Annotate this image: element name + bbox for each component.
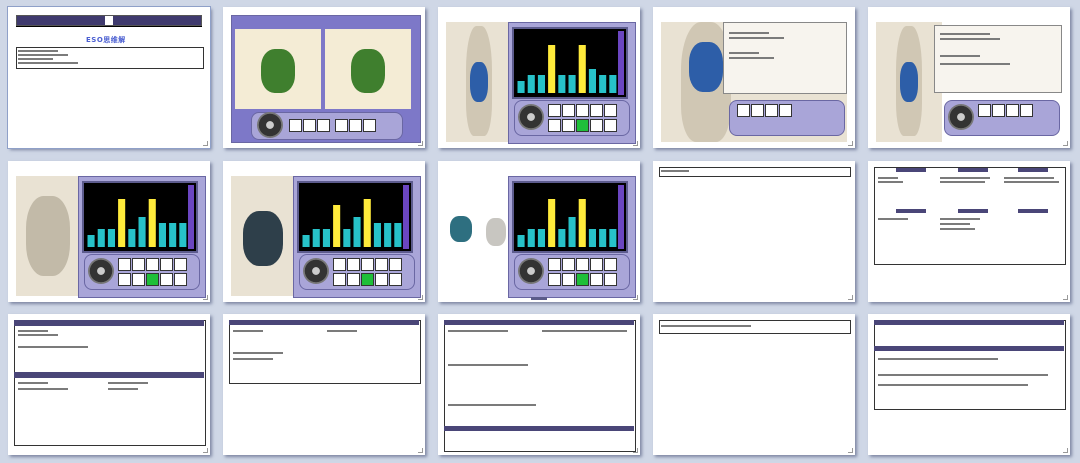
chart-bar	[558, 229, 566, 247]
table-header	[16, 15, 202, 26]
dial-control[interactable]	[303, 258, 329, 284]
chart-bar	[302, 235, 310, 247]
slide-thumbnail-5[interactable]	[868, 7, 1070, 148]
slide-thumbnail-3[interactable]	[438, 7, 640, 148]
slide-thumbnail-11[interactable]	[8, 314, 210, 455]
dial-control[interactable]	[948, 104, 974, 130]
body-model	[446, 22, 512, 142]
slide-title: ESO思维解	[86, 36, 126, 44]
chart-bar	[517, 81, 525, 93]
chart-bar	[517, 235, 525, 247]
slide-thumbnail-9[interactable]	[653, 161, 855, 302]
scale-strip	[403, 185, 409, 249]
slide-thumbnail-13[interactable]	[438, 314, 640, 455]
chart-bar	[588, 229, 596, 247]
slide-thumbnail-8[interactable]	[438, 161, 640, 302]
scale-strip	[188, 185, 194, 249]
bar-chart	[82, 181, 198, 253]
chart-bar	[343, 229, 351, 247]
body-model	[876, 22, 942, 142]
chart-bar	[599, 75, 607, 93]
bar-chart	[297, 181, 413, 253]
bar-chart	[512, 27, 628, 99]
chart-bar	[578, 45, 586, 93]
slide-thumbnail-12[interactable]	[223, 314, 425, 455]
chart-bar	[97, 229, 105, 247]
chart-bar	[599, 229, 607, 247]
chart-bar	[333, 205, 341, 247]
chart-bar	[527, 75, 535, 93]
bone-model	[16, 176, 82, 296]
chart-bar	[118, 199, 126, 247]
heart-view-right	[325, 29, 411, 109]
chart-bar	[169, 223, 177, 247]
chart-bar	[148, 199, 156, 247]
heart-icon	[351, 49, 385, 93]
slide-thumbnail-15[interactable]	[868, 314, 1070, 455]
slide-thumbnail-2[interactable]	[223, 7, 425, 148]
chart-bar	[548, 199, 556, 247]
heart-view-left	[235, 29, 321, 109]
chart-bar	[568, 75, 576, 93]
chart-bar	[363, 199, 371, 247]
scale-strip	[618, 31, 624, 95]
header-box	[659, 320, 851, 334]
bar-chart	[512, 181, 628, 253]
scale-strip	[618, 185, 624, 249]
chart-bar	[548, 45, 556, 93]
chart-bar	[322, 229, 330, 247]
chart-bar	[527, 229, 535, 247]
dial-control[interactable]	[518, 258, 544, 284]
chart-bar	[568, 217, 576, 247]
chart-bar	[158, 223, 166, 247]
slide-thumbnail-6[interactable]	[8, 161, 210, 302]
content-table	[444, 320, 636, 452]
chart-bar	[373, 223, 381, 247]
chart-bar	[578, 199, 586, 247]
chart-bar	[609, 229, 617, 247]
header-box	[659, 167, 851, 177]
chart-bar	[537, 229, 545, 247]
heart-icon	[261, 49, 295, 93]
chart-bar	[138, 217, 146, 247]
chart-bar	[537, 75, 545, 93]
slide-thumbnail-1[interactable]: ESO思维解	[7, 6, 211, 149]
slide-thumbnail-7[interactable]	[223, 161, 425, 302]
dial-control[interactable]	[518, 104, 544, 130]
chart-bar	[558, 75, 566, 93]
slide-thumbnail-10[interactable]	[868, 161, 1070, 302]
chart-bar	[107, 229, 115, 247]
chart-bar	[179, 223, 187, 247]
chart-bar	[353, 217, 361, 247]
content-table	[874, 320, 1066, 410]
organ-model	[446, 176, 512, 296]
dial-control[interactable]	[88, 258, 114, 284]
chart-bar	[312, 229, 320, 247]
chart-bar	[609, 75, 617, 93]
slide-thumbnail-14[interactable]	[653, 314, 855, 455]
dial-control[interactable]	[257, 112, 283, 138]
chart-bar	[87, 235, 95, 247]
dialog-window	[934, 25, 1062, 93]
heart-model	[231, 176, 297, 296]
chart-bar	[384, 223, 392, 247]
chart-bar	[128, 229, 136, 247]
chart-bar	[394, 223, 402, 247]
chart-bar	[588, 69, 596, 93]
slide-thumbnail-4[interactable]	[653, 7, 855, 148]
